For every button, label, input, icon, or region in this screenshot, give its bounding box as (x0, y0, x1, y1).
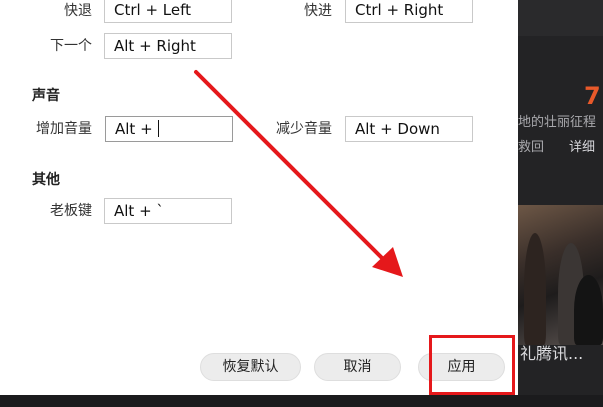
rewind-label: 快退 (64, 3, 92, 19)
background-thumbnail[interactable] (518, 205, 603, 345)
volume-down-label: 减少音量 (276, 121, 332, 137)
volume-down-shortcut-field[interactable]: Alt + Down (345, 116, 473, 142)
background-title-line: 地的壮丽征程 (518, 115, 597, 130)
background-subtitle: 救回 (518, 140, 545, 155)
text-cursor (158, 120, 160, 137)
background-rating: 7. (584, 82, 603, 110)
background-caption: 礼腾讯... (520, 344, 584, 363)
background-top-strip (518, 0, 603, 36)
sound-section-title: 声音 (32, 88, 60, 104)
fast-forward-label: 快进 (304, 3, 332, 19)
highlight-box (429, 335, 515, 395)
person-figure (524, 233, 546, 345)
volume-up-value: Alt + (115, 120, 158, 138)
next-label: 下一个 (50, 38, 92, 54)
background-detail-link[interactable]: 详细 (569, 139, 595, 157)
cancel-button[interactable]: 取消 (314, 353, 401, 381)
volume-up-label: 增加音量 (36, 121, 92, 137)
restore-defaults-button[interactable]: 恢复默认 (200, 353, 301, 381)
bottom-bar (0, 395, 603, 407)
other-section-title: 其他 (32, 172, 60, 188)
next-shortcut-field[interactable]: Alt + Right (104, 33, 232, 59)
person-figure (574, 275, 603, 345)
screen: 7. 地的壮丽征程 救回 详细 礼腾讯... 快退 Ctrl + Left 快进… (0, 0, 603, 407)
volume-up-shortcut-field[interactable]: Alt + (105, 116, 233, 142)
fast-forward-shortcut-field[interactable]: Ctrl + Right (345, 0, 473, 23)
rewind-shortcut-field[interactable]: Ctrl + Left (104, 0, 232, 23)
boss-key-shortcut-field[interactable]: Alt + ` (104, 198, 232, 224)
boss-key-label: 老板键 (50, 203, 92, 219)
